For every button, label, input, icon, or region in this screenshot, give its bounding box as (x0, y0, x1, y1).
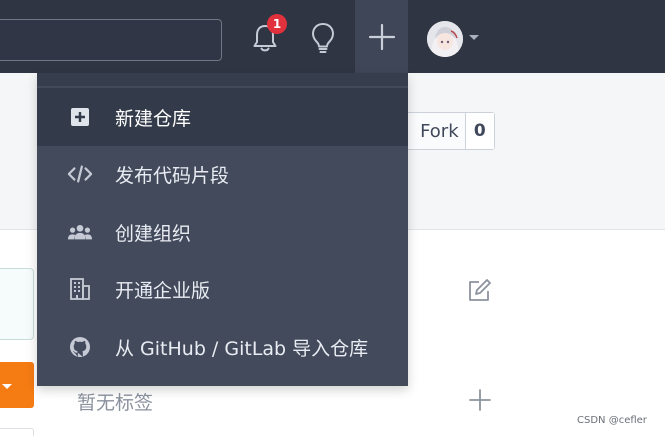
lightbulb-icon (312, 23, 334, 53)
menu-item-label: 从 GitHub / GitLab 导入仓库 (115, 337, 369, 360)
building-icon (67, 276, 93, 302)
chevron-down-icon[interactable] (469, 35, 479, 40)
menu-item-new-repo[interactable]: 新建仓库 (37, 88, 408, 146)
description-box[interactable] (0, 268, 34, 340)
fork-count[interactable]: 0 (464, 113, 494, 149)
bottom-button[interactable] (0, 428, 34, 436)
add-tag-icon[interactable] (468, 388, 492, 412)
menu-item-label: 新建仓库 (115, 107, 192, 130)
caret-down-icon (2, 384, 12, 389)
plus-icon (368, 23, 395, 50)
create-dropdown-menu: 新建仓库 发布代码片段 创建组织 开通企业版 从 GitHub / GitLab… (37, 73, 408, 386)
watermark: CSDN @cefler (577, 415, 647, 426)
search-input[interactable] (0, 19, 222, 61)
menu-item-label: 发布代码片段 (115, 164, 230, 187)
menu-item-label: 创建组织 (115, 222, 192, 245)
top-navbar: 1 (0, 0, 665, 73)
menu-item-publish-snippet[interactable]: 发布代码片段 (37, 145, 408, 203)
users-icon (67, 219, 93, 245)
tags-empty-label: 暂无标签 (77, 392, 154, 414)
code-icon (67, 161, 93, 187)
github-icon (67, 334, 93, 360)
fork-button[interactable]: Fork 0 (395, 112, 495, 150)
menu-item-label: 开通企业版 (115, 279, 211, 302)
menu-item-create-org[interactable]: 创建组织 (37, 203, 408, 261)
plus-square-icon (67, 104, 93, 130)
menu-item-enterprise[interactable]: 开通企业版 (37, 260, 408, 318)
avatar[interactable] (427, 21, 463, 57)
edit-icon[interactable] (466, 278, 492, 304)
notification-badge: 1 (267, 14, 287, 34)
menu-item-import-repo[interactable]: 从 GitHub / GitLab 导入仓库 (37, 318, 408, 376)
create-menu-button[interactable] (355, 0, 408, 73)
dropdown-header-strip (37, 73, 408, 86)
ideas-button[interactable] (304, 18, 342, 58)
avatar-image (427, 21, 463, 57)
